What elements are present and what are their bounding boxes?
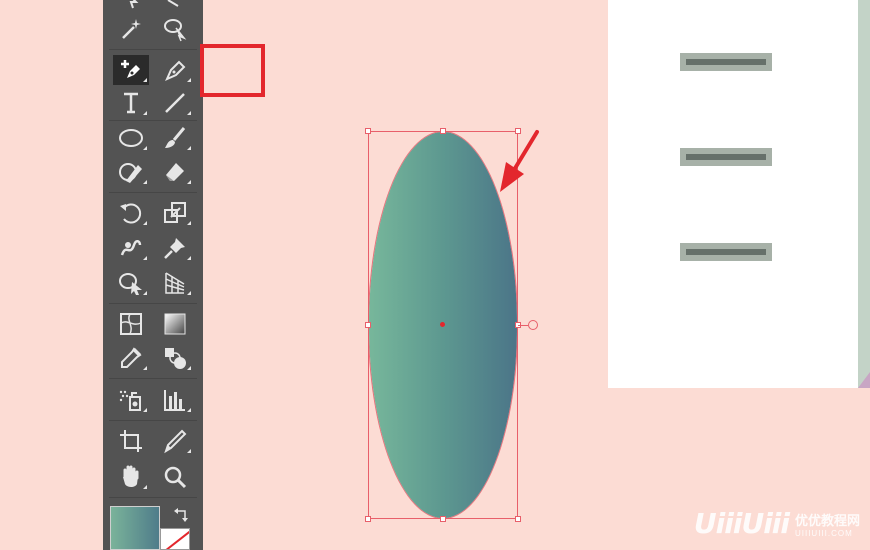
watermark-url: UIIIUIII.COM bbox=[794, 528, 853, 538]
gradient-icon bbox=[164, 313, 186, 335]
curvature-icon bbox=[121, 60, 140, 78]
scale-tool[interactable] bbox=[157, 198, 193, 228]
center-point bbox=[440, 322, 445, 327]
lasso-tool[interactable] bbox=[157, 14, 193, 44]
slice-icon bbox=[164, 429, 187, 454]
artboard-tool[interactable] bbox=[113, 426, 149, 456]
scale-icon bbox=[164, 202, 186, 223]
pen-icon bbox=[165, 60, 186, 81]
magic-wand-icon bbox=[122, 19, 141, 39]
watermark-site-name: 优优教程网 bbox=[794, 512, 860, 528]
tools-panel bbox=[103, 0, 265, 550]
symbol-sprayer-icon bbox=[119, 390, 141, 411]
ellipse-icon bbox=[119, 129, 143, 147]
preview-dash bbox=[680, 53, 772, 71]
hand-tool[interactable] bbox=[113, 462, 149, 492]
perspective-grid-icon bbox=[165, 272, 185, 294]
symbol-sprayer-tool[interactable] bbox=[113, 385, 149, 415]
rotate-icon bbox=[120, 203, 142, 224]
handle-left[interactable] bbox=[365, 322, 371, 328]
line-tool[interactable] bbox=[157, 88, 193, 118]
shaper-icon bbox=[119, 163, 142, 183]
puppet-warp-tool[interactable] bbox=[157, 233, 193, 263]
pushpin-icon bbox=[164, 238, 185, 259]
column-graph-tool[interactable] bbox=[157, 385, 193, 415]
eraser-tool[interactable] bbox=[157, 157, 193, 187]
slice-tool[interactable] bbox=[157, 426, 193, 456]
shaper-tool[interactable] bbox=[113, 157, 149, 187]
warp-icon bbox=[120, 240, 142, 256]
line-icon bbox=[165, 93, 185, 113]
magic-wand-tool[interactable] bbox=[113, 14, 149, 44]
watermark: UiiiUiii 优优教程网 UIIIUIII.COM bbox=[694, 507, 860, 540]
type-icon bbox=[124, 92, 138, 114]
eraser-icon bbox=[166, 163, 184, 181]
curvature-tool[interactable] bbox=[113, 55, 149, 85]
handle-top-left[interactable] bbox=[365, 128, 371, 134]
handle-top[interactable] bbox=[440, 128, 446, 134]
pie-widget-line bbox=[518, 325, 528, 326]
artboard-icon bbox=[120, 430, 142, 452]
perspective-grid-tool[interactable] bbox=[157, 268, 193, 298]
paintbrush-icon bbox=[165, 127, 186, 148]
gradient-tool[interactable] bbox=[157, 309, 193, 339]
shape-builder-icon bbox=[119, 273, 142, 295]
zoom-tool[interactable] bbox=[157, 462, 193, 492]
handle-bottom-right[interactable] bbox=[515, 516, 521, 522]
warp-tool[interactable] bbox=[113, 233, 149, 263]
mesh-tool[interactable] bbox=[113, 309, 149, 339]
handle-bottom[interactable] bbox=[440, 516, 446, 522]
preview-edge bbox=[858, 0, 870, 388]
shape-builder-tool[interactable] bbox=[113, 268, 149, 298]
handle-bottom-left[interactable] bbox=[365, 516, 371, 522]
zoom-icon bbox=[164, 466, 187, 489]
watermark-logo: UiiiUiii bbox=[693, 507, 790, 540]
paintbrush-tool[interactable] bbox=[157, 123, 193, 153]
hand-icon bbox=[123, 465, 139, 487]
blend-tool[interactable] bbox=[157, 343, 193, 373]
stroke-swatch[interactable] bbox=[160, 528, 190, 550]
column-graph-icon bbox=[164, 390, 185, 411]
eyedropper-tool[interactable] bbox=[113, 343, 149, 373]
preview-panel bbox=[608, 0, 858, 388]
preview-dash bbox=[680, 243, 772, 261]
ellipse-tool[interactable] bbox=[113, 123, 149, 153]
pen-tool[interactable] bbox=[157, 55, 193, 85]
type-tool[interactable] bbox=[113, 88, 149, 118]
lasso-icon bbox=[164, 19, 187, 42]
blend-icon bbox=[165, 348, 186, 369]
pie-widget-handle[interactable] bbox=[528, 320, 538, 330]
highlight-frame bbox=[200, 44, 265, 97]
mesh-icon bbox=[120, 313, 142, 335]
eyedropper-icon bbox=[121, 347, 142, 368]
rotate-tool[interactable] bbox=[113, 198, 149, 228]
swap-fill-stroke-icon[interactable] bbox=[173, 507, 191, 523]
annotation-arrow bbox=[500, 130, 539, 192]
fill-swatch[interactable] bbox=[110, 506, 160, 550]
preview-dash bbox=[680, 148, 772, 166]
